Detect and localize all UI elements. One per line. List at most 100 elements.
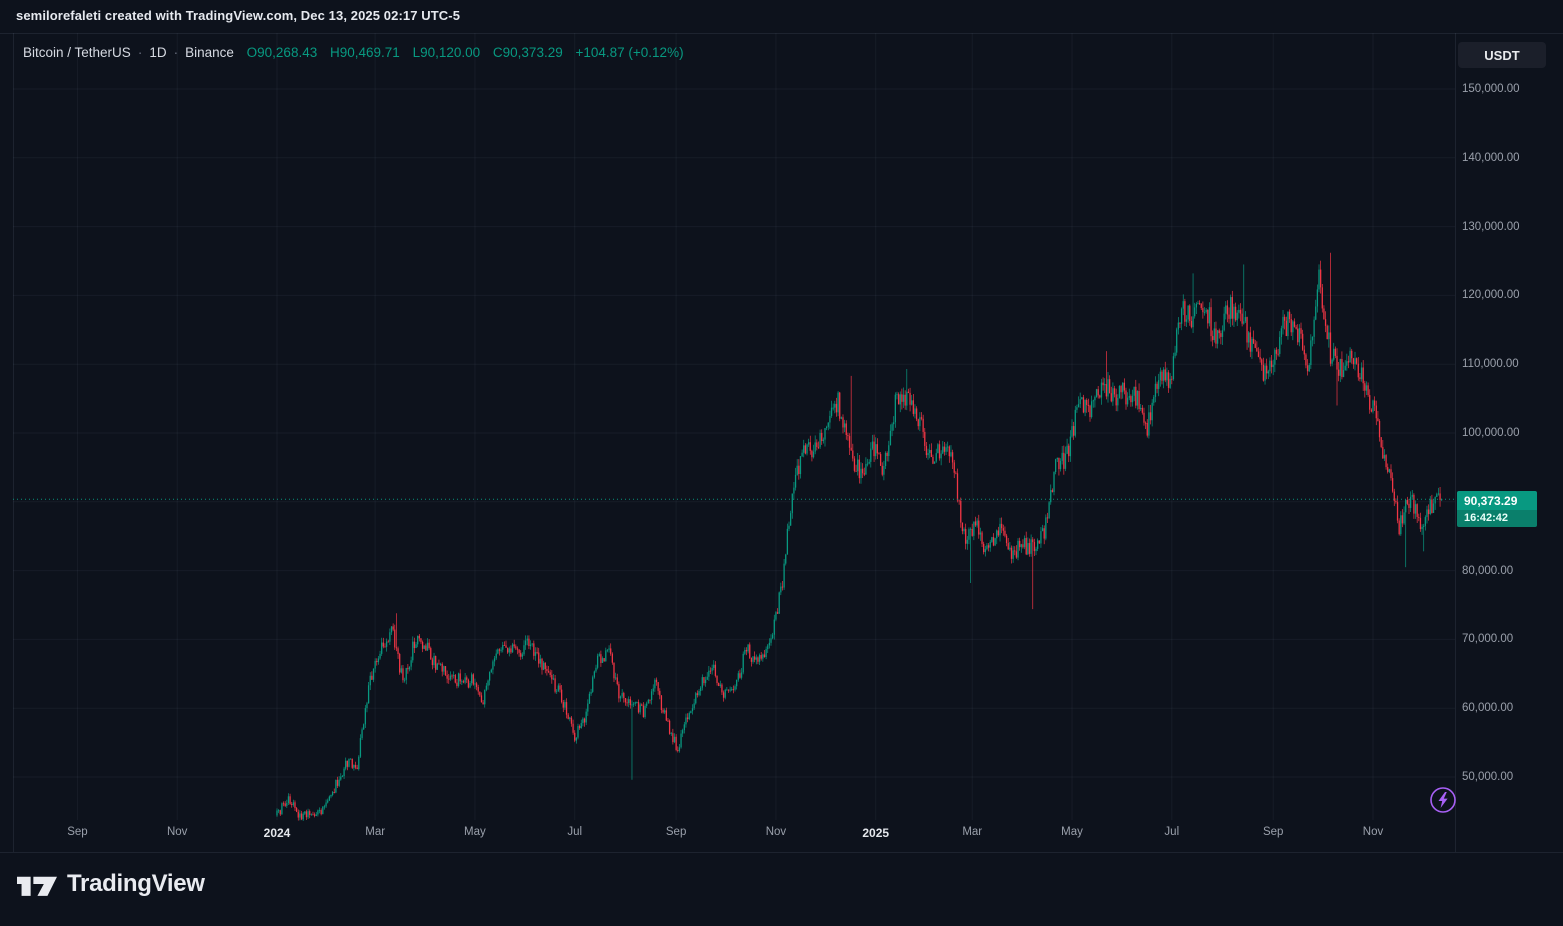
candle-body [321,810,322,814]
low-label: L [413,45,421,60]
candle-body [1232,297,1233,319]
price-axis-label: 110,000.00 [1462,357,1519,371]
candle-body [710,671,711,672]
candle-body [981,532,982,543]
open-value: 90,268.43 [257,45,317,60]
candle-body [409,667,410,670]
candle-body [1184,301,1185,322]
candle-body [435,656,436,670]
candle-body [507,648,508,653]
candle-body [965,529,966,544]
candle-body [1349,351,1350,363]
candle-body [1372,400,1373,411]
candle-body [443,666,444,671]
candle-body [1155,384,1156,397]
candle-body [1376,406,1377,419]
candle-body [641,704,642,705]
candle-body [417,636,418,644]
candle-body [1008,543,1009,549]
candle-body [1410,497,1411,508]
candle-body [528,639,529,646]
candle-body [949,447,950,457]
candle-body [442,664,443,672]
candle-body [288,796,289,803]
candle-body [374,661,375,669]
candle-body [685,718,686,725]
candle-body [1317,289,1318,306]
candle-body [298,812,299,818]
candle-body [631,705,632,706]
legend-separator: · [174,45,179,60]
candle-body [612,654,613,663]
candle-body [869,462,870,464]
candle-body [1230,297,1231,319]
candle-body [1166,372,1167,380]
candle-body [975,521,976,525]
candle-body [569,718,570,719]
symbol-legend[interactable]: Bitcoin / TetherUS·1D·Binance O90,268.43… [23,45,684,60]
candle-body [636,702,637,703]
time-axis-month-label: Nov [746,826,806,838]
candle-body [1199,303,1200,304]
interval-label[interactable]: 1D [149,45,166,60]
exchange-label[interactable]: Binance [185,45,234,60]
candle-body [476,683,477,687]
candle-body [1104,384,1105,385]
candle-body [746,650,747,651]
candle-body [558,685,559,690]
candle-body [671,733,672,734]
candle-body [1327,326,1328,339]
candlestick-chart[interactable] [0,0,1563,926]
candle-body [940,454,941,459]
candle-body [1238,310,1239,313]
candle-body [1227,305,1228,314]
current-price-badge[interactable]: 90,373.29 16:42:42 [1457,491,1537,527]
app-root: semilorefaleti created with TradingView.… [0,0,1563,926]
high-value: 90,469.71 [340,45,400,60]
candle-body [363,724,364,729]
candle-body [478,687,479,692]
candle-body [464,677,465,682]
candle-body [725,690,726,698]
candle-body [582,719,583,723]
tradingview-logo[interactable]: TradingView [17,870,205,898]
candle-body [615,677,616,678]
ohlc-open: O90,268.43 [247,45,318,60]
candle-body [378,658,379,662]
candle-body [1040,531,1041,543]
candle-body [1435,497,1436,503]
candle-body [1299,328,1300,342]
candle-body [392,626,393,629]
lightning-icon [1439,792,1448,808]
candle-body [617,677,618,684]
candle-body [720,685,721,686]
candle-body [306,811,307,817]
candle-body [1024,538,1025,547]
candle-body [967,540,968,544]
candle-body [695,693,696,703]
symbol-name[interactable]: Bitcoin / TetherUS [23,45,131,60]
candle-body [942,447,943,454]
candle-body [473,674,474,684]
candle-body [420,638,421,642]
candle-body [1415,504,1416,513]
candle-body [381,643,382,654]
candle-body [667,721,668,722]
candle-body [700,688,701,691]
candle-body [422,642,423,649]
currency-button[interactable]: USDT [1458,42,1546,68]
candle-body [1140,408,1141,409]
candle-body [640,704,641,712]
candle-body [1080,399,1081,404]
candle-body [669,721,670,734]
candle-body [1109,379,1110,393]
candle-body [859,460,860,479]
candle-body [829,416,830,423]
candle-body [1086,400,1087,405]
candle-body [1297,329,1298,343]
candle-body [517,648,518,649]
candle-body [1371,410,1372,412]
candle-body [1225,305,1226,313]
candle-body [1127,398,1128,405]
lightning-button[interactable] [1429,786,1457,814]
